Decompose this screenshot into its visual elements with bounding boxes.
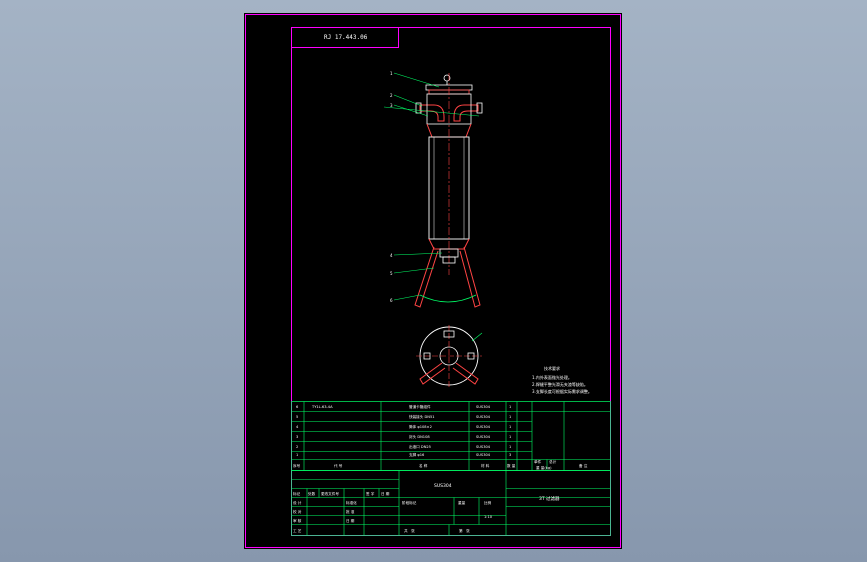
leader-numbers: 1 2 3 4 5 6 xyxy=(390,71,393,303)
svg-text:3.支脚长度可根据实际需求调整。: 3.支脚长度可根据实际需求调整。 xyxy=(532,388,592,394)
table-header-row: 序号 代 号 名 称 材 料 数 量 单件 总计 重 量(kg) 备 注 xyxy=(293,459,588,470)
title-block xyxy=(291,470,611,536)
svg-text:出液口 DN25: 出液口 DN25 xyxy=(409,444,431,449)
svg-text:4: 4 xyxy=(390,253,393,258)
svg-text:序号: 序号 xyxy=(293,463,301,468)
svg-text:3: 3 xyxy=(390,103,393,108)
title-block-text: SUS304 3T 过滤器 标记 处数 更改文件号 签 字 日 期 设 计 标准… xyxy=(293,483,560,533)
svg-text:日 期: 日 期 xyxy=(381,491,390,496)
svg-text:代 号: 代 号 xyxy=(334,463,343,468)
svg-text:日 期: 日 期 xyxy=(346,518,355,523)
svg-text:SUS304: SUS304 xyxy=(476,445,491,449)
svg-text:3: 3 xyxy=(509,453,511,457)
svg-text:1.内外表面抛光处理。: 1.内外表面抛光处理。 xyxy=(532,374,572,380)
svg-text:处数: 处数 xyxy=(308,491,316,496)
svg-text:2.焊缝平整光滑无夹渣等缺陷。: 2.焊缝平整光滑无夹渣等缺陷。 xyxy=(532,381,588,387)
svg-text:比例: 比例 xyxy=(484,500,492,505)
svg-text:5: 5 xyxy=(296,415,298,419)
svg-text:校 对: 校 对 xyxy=(293,509,302,514)
svg-text:SUS304: SUS304 xyxy=(476,415,491,419)
table-row: 1 支脚 φ16 SUS304 3 xyxy=(296,452,511,457)
table-row: 3 封头 DN108 SUS304 1 xyxy=(296,434,511,439)
svg-text:技术要求: 技术要求 xyxy=(544,365,560,371)
filter-vessel-top-view[interactable] xyxy=(416,325,483,388)
part-leaders xyxy=(383,72,480,301)
svg-text:名 称: 名 称 xyxy=(419,463,428,468)
svg-text:SUS304: SUS304 xyxy=(476,425,491,429)
svg-text:1: 1 xyxy=(509,445,511,449)
svg-text:SUS304: SUS304 xyxy=(476,453,491,457)
svg-text:1: 1 xyxy=(296,453,298,457)
scale-value: 1:10 xyxy=(484,515,493,519)
svg-text:签 字: 签 字 xyxy=(366,491,375,496)
parts-table xyxy=(291,401,611,471)
cad-drawing-sheet[interactable]: RJ 17.443.06 1 2 3 4 5 6 技术要求 1.内外表面抛光处理… xyxy=(244,13,622,549)
parts-table-rows: 6 TY1L-63-4A 管道卡箍组件 SUS304 1 5 快装接头 DN51… xyxy=(293,404,588,470)
svg-text:共 张: 共 张 xyxy=(404,528,415,533)
table-row: 6 TY1L-63-4A 管道卡箍组件 SUS304 1 xyxy=(296,404,511,409)
svg-text:6: 6 xyxy=(296,405,299,409)
svg-text:审 核: 审 核 xyxy=(293,518,302,523)
svg-text:批 准: 批 准 xyxy=(346,509,355,514)
svg-text:2: 2 xyxy=(390,93,393,98)
svg-text:管道卡箍组件: 管道卡箍组件 xyxy=(409,404,431,409)
table-row: 4 筒体 φ108×2 SUS304 1 xyxy=(296,424,511,429)
svg-text:2: 2 xyxy=(296,445,298,449)
leg-angle-arc xyxy=(419,294,477,303)
table-row: 2 出液口 DN25 SUS304 1 xyxy=(296,444,511,449)
svg-text:阶段标记: 阶段标记 xyxy=(402,500,417,505)
svg-text:1: 1 xyxy=(390,71,393,76)
technical-notes: 技术要求 1.内外表面抛光处理。 2.焊缝平整光滑无夹渣等缺陷。 3.支脚长度可… xyxy=(532,365,592,394)
svg-text:1: 1 xyxy=(509,435,511,439)
material-label: SUS304 xyxy=(434,483,452,489)
svg-text:重量: 重量 xyxy=(458,500,466,505)
svg-text:4: 4 xyxy=(296,425,299,429)
cad-canvas[interactable]: RJ 17.443.06 1 2 3 4 5 6 技术要求 1.内外表面抛光处理… xyxy=(244,13,622,549)
svg-text:快装接头 DN51: 快装接头 DN51 xyxy=(409,414,435,419)
svg-text:支脚 φ16: 支脚 φ16 xyxy=(409,452,425,457)
svg-text:设 计: 设 计 xyxy=(293,500,302,505)
svg-text:1: 1 xyxy=(509,425,511,429)
svg-text:3: 3 xyxy=(296,435,298,439)
svg-text:标记: 标记 xyxy=(293,491,301,496)
table-row: 5 快装接头 DN51 SUS304 1 xyxy=(296,414,511,419)
svg-text:重 量(kg): 重 量(kg) xyxy=(536,465,552,470)
svg-text:封头 DN108: 封头 DN108 xyxy=(409,434,430,439)
svg-text:备 注: 备 注 xyxy=(579,463,588,468)
svg-text:SUS304: SUS304 xyxy=(476,435,491,439)
filter-vessel-front-view[interactable] xyxy=(414,73,483,308)
drawing-title: 3T 过滤器 xyxy=(539,495,560,502)
svg-text:单件: 单件 xyxy=(534,459,542,464)
svg-text:标准化: 标准化 xyxy=(346,500,357,505)
svg-text:6: 6 xyxy=(390,298,393,303)
svg-text:材 料: 材 料 xyxy=(481,463,490,468)
svg-text:1: 1 xyxy=(509,405,511,409)
svg-text:1: 1 xyxy=(509,415,511,419)
inlet-elbow-right xyxy=(453,104,479,122)
svg-text:第 张: 第 张 xyxy=(459,528,470,533)
svg-text:SUS304: SUS304 xyxy=(476,405,491,409)
svg-text:TY1L-63-4A: TY1L-63-4A xyxy=(311,405,333,409)
drawing-number: RJ 17.443.06 xyxy=(324,34,368,41)
inlet-elbow-left xyxy=(419,104,445,122)
svg-text:总计: 总计 xyxy=(549,459,557,464)
svg-text:工 艺: 工 艺 xyxy=(293,528,302,533)
svg-text:5: 5 xyxy=(390,271,393,276)
svg-text:更改文件号: 更改文件号 xyxy=(321,491,339,496)
svg-text:数 量: 数 量 xyxy=(507,463,516,468)
svg-text:筒体 φ108×2: 筒体 φ108×2 xyxy=(409,424,432,429)
